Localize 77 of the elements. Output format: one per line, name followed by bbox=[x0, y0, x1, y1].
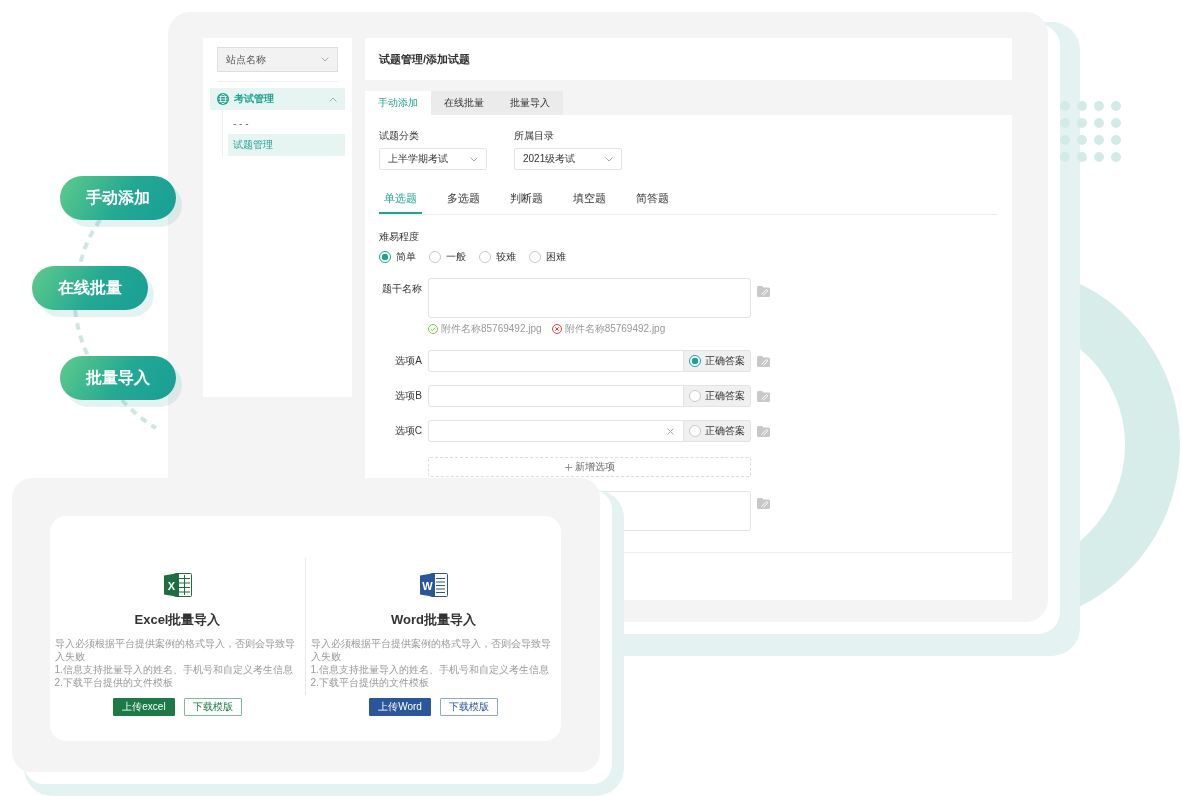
decorative-dot bbox=[1077, 152, 1087, 162]
question-type-tab[interactable]: 填空题 bbox=[568, 184, 611, 214]
dashed-connector bbox=[120, 398, 158, 430]
radio-option[interactable]: 简单 bbox=[379, 251, 416, 263]
download-template-button[interactable]: 下载模版 bbox=[183, 698, 242, 716]
globe-icon bbox=[217, 93, 229, 105]
import-title: Word批量导入 bbox=[391, 612, 476, 628]
menu-item[interactable]: - - - bbox=[228, 112, 345, 134]
folder-icon[interactable] bbox=[757, 425, 770, 437]
folder-icon[interactable] bbox=[757, 286, 770, 297]
radio-option[interactable]: 较难 bbox=[479, 251, 516, 263]
input-field[interactable] bbox=[428, 350, 684, 372]
step-label: 批量导入 bbox=[60, 356, 176, 400]
tab[interactable]: 批量导入 bbox=[497, 91, 563, 115]
field-label: 试题分类 bbox=[379, 130, 419, 142]
decorative-dot bbox=[1094, 101, 1104, 111]
decorative-dot bbox=[1111, 152, 1121, 162]
radio-option[interactable]: 一般 bbox=[429, 251, 466, 263]
folder-icon[interactable] bbox=[757, 498, 770, 509]
clear-icon[interactable] bbox=[667, 427, 674, 435]
step-label: 在线批量 bbox=[32, 266, 148, 310]
decorative-dot bbox=[1077, 101, 1087, 111]
question-type-tab[interactable]: 多选题 bbox=[442, 184, 485, 214]
instruction-text: 导入必须根据平台提供案例的格式导入，否则会导致导入失败 bbox=[310, 637, 552, 663]
decorative-dot bbox=[1094, 152, 1104, 162]
import-title: Excel批量导入 bbox=[134, 612, 221, 628]
decorative-dot bbox=[1060, 118, 1070, 128]
field-label: 选项C bbox=[393, 425, 422, 437]
correct-answer-toggle[interactable]: 正确答案 bbox=[684, 385, 751, 407]
decorative-dot bbox=[1077, 118, 1087, 128]
decorative-dot bbox=[1111, 118, 1121, 128]
question-type-tab[interactable]: 简答题 bbox=[631, 184, 674, 214]
input-field[interactable] bbox=[428, 385, 684, 407]
decorative-dot bbox=[1060, 152, 1070, 162]
chevron-down-icon bbox=[470, 156, 478, 162]
upload-button[interactable]: 上传excel bbox=[113, 698, 175, 716]
chevron-down-icon bbox=[605, 156, 613, 162]
attachment-name: 附件名称85769492.jpg bbox=[564, 323, 666, 335]
attachment-name: 附件名称85769492.jpg bbox=[441, 323, 542, 335]
chevron-up-icon bbox=[329, 96, 337, 102]
decorative-dot bbox=[1111, 135, 1121, 145]
field-label: 题干名称 bbox=[381, 282, 422, 295]
correct-answer-toggle[interactable]: 正确答案 bbox=[684, 420, 751, 442]
decorative-dot bbox=[1111, 101, 1121, 111]
upload-button[interactable]: 上传Word bbox=[369, 698, 431, 716]
page-title: 试题管理/添加试题 bbox=[379, 51, 471, 67]
field-label: 选项B bbox=[394, 390, 422, 402]
instruction-text: 1.信息支持批量导入的姓名、手机号和自定义考生信息 bbox=[310, 663, 550, 676]
plus-icon bbox=[564, 463, 572, 471]
dropdown-select[interactable]: 上半学期考试 bbox=[379, 148, 487, 170]
input-field[interactable] bbox=[428, 420, 684, 442]
chevron-down-icon bbox=[321, 57, 329, 62]
instruction-text: 1.信息支持批量导入的姓名、手机号和自定义考生信息 bbox=[54, 663, 294, 676]
field-label: 所属目录 bbox=[514, 130, 554, 142]
instruction-text: 2.下载平台提供的文件模板 bbox=[54, 676, 174, 689]
site-select[interactable]: 站点名称 bbox=[217, 47, 338, 72]
text-area[interactable] bbox=[428, 278, 751, 318]
field-label: 选项A bbox=[394, 355, 422, 367]
decorative-dot bbox=[1094, 135, 1104, 145]
instruction-text: 导入必须根据平台提供案例的格式导入，否则会导致导入失败 bbox=[54, 637, 296, 663]
download-template-button[interactable]: 下载模版 bbox=[439, 698, 498, 716]
decorative-dot bbox=[1060, 101, 1070, 111]
decorative-dot bbox=[1094, 118, 1104, 128]
field-label: 难易程度 bbox=[379, 231, 419, 243]
folder-icon[interactable] bbox=[757, 355, 770, 367]
tab[interactable]: 在线批量 bbox=[431, 91, 497, 115]
folder-icon[interactable] bbox=[757, 390, 770, 402]
decorative-dot bbox=[1060, 135, 1070, 145]
instruction-text: 2.下载平台提供的文件模板 bbox=[310, 676, 430, 689]
step-label: 手动添加 bbox=[60, 176, 176, 220]
decorative-dot bbox=[1077, 135, 1087, 145]
question-type-tab[interactable]: 判断题 bbox=[505, 184, 548, 214]
radio-option[interactable]: 困难 bbox=[529, 251, 566, 263]
add-option-button[interactable]: 新增选项 bbox=[428, 457, 751, 477]
correct-answer-toggle[interactable]: 正确答案 bbox=[684, 350, 751, 372]
dropdown-select[interactable]: 2021级考试 bbox=[514, 148, 622, 170]
dashed-connector bbox=[73, 309, 90, 357]
